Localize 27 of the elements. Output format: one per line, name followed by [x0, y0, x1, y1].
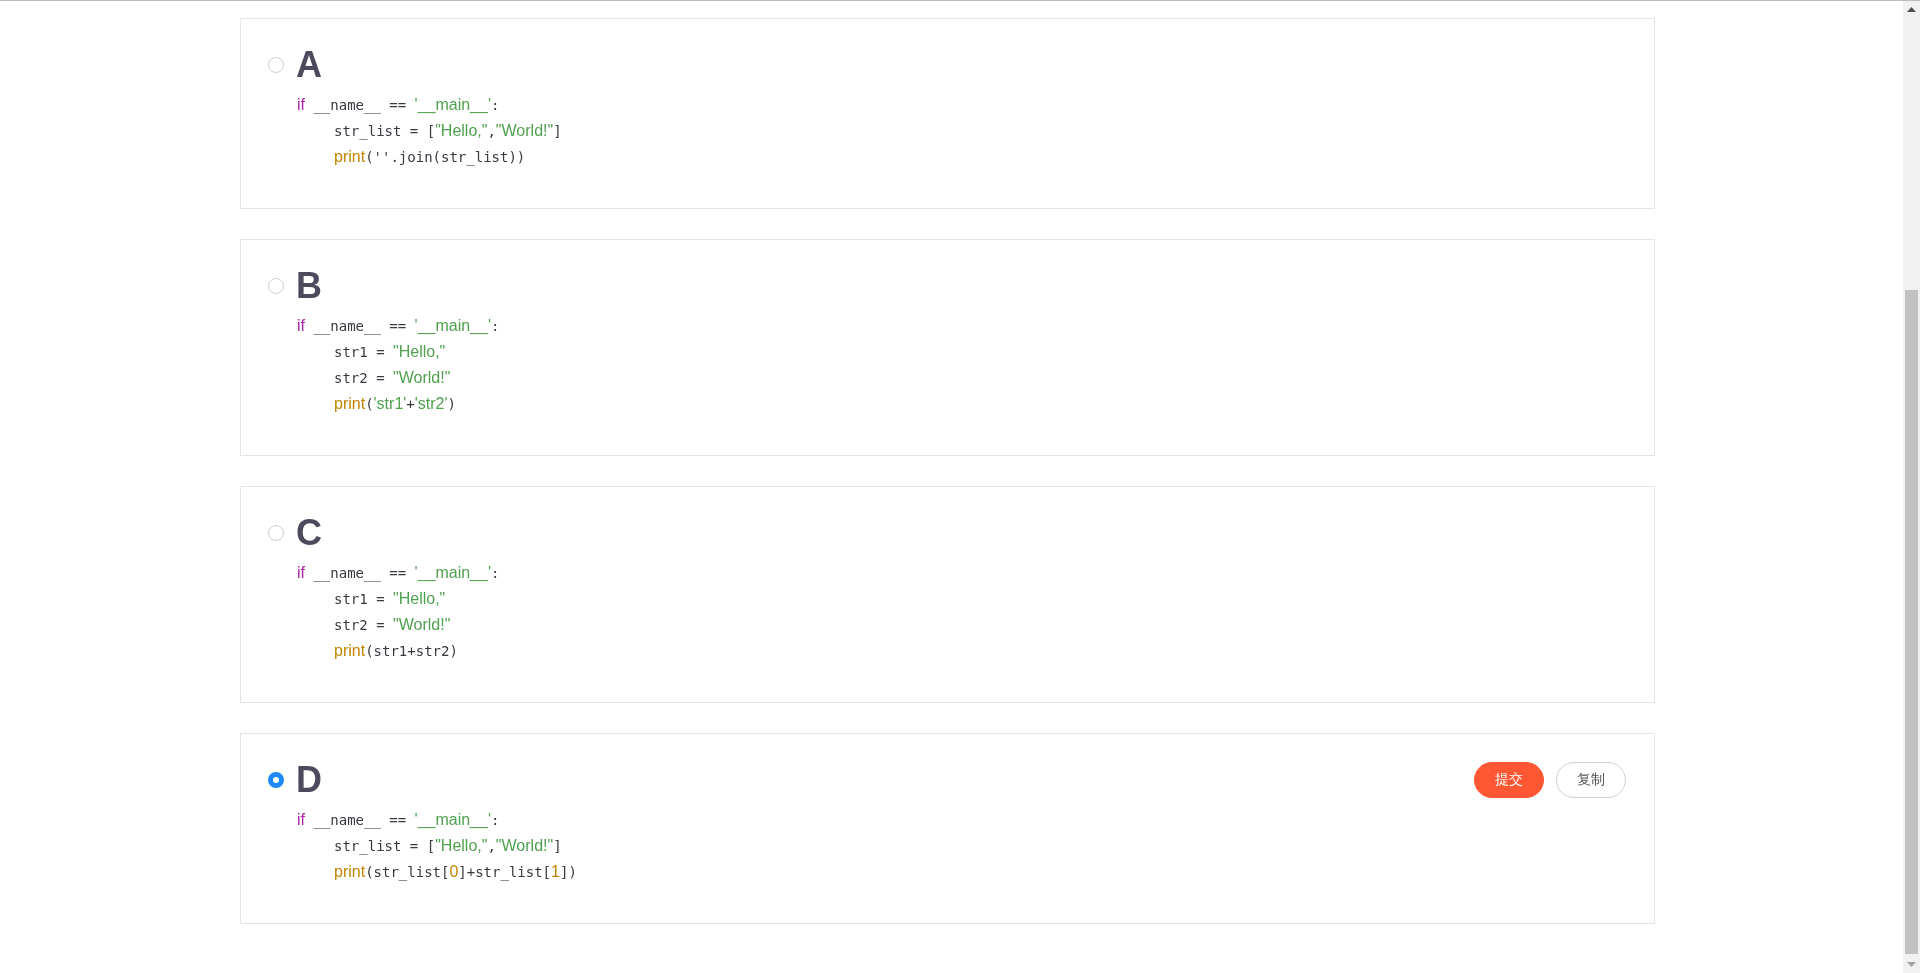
code-line: str2 = "World!"	[333, 368, 452, 388]
code-line: if __name__ == '__main__':	[297, 810, 501, 831]
option-letter: C	[296, 513, 322, 553]
radio-button[interactable]	[268, 57, 284, 73]
code-line: str_list = ["Hello,","World!"]	[333, 121, 563, 142]
code-line: if __name__ == '__main__':	[297, 95, 501, 116]
code-line: str2 = "World!"	[333, 615, 452, 635]
copy-button[interactable]: 复制	[1556, 762, 1626, 798]
code-line: print(str_list[0]+str_list[1])	[333, 862, 578, 883]
code-line: print(''.join(str_list))	[333, 147, 527, 168]
radio-button[interactable]	[268, 278, 284, 294]
down-arrow-icon[interactable]	[1907, 962, 1916, 967]
radio-button[interactable]	[268, 525, 284, 541]
radio-button[interactable]	[268, 772, 284, 788]
scrollbar[interactable]	[1903, 1, 1920, 973]
code-line: print('str1'+'str2')	[333, 394, 457, 414]
option-letter: D	[296, 760, 322, 800]
option-letter: A	[296, 45, 322, 85]
scrollbar-thumb[interactable]	[1905, 290, 1918, 954]
code-line: if __name__ == '__main__':	[297, 316, 501, 337]
up-arrow-icon[interactable]	[1907, 7, 1916, 12]
code-line: str1 = "Hello,"	[333, 342, 447, 362]
code-line: print(str1+str2)	[333, 641, 459, 661]
code-line: str1 = "Hello,"	[333, 589, 447, 609]
option-letter: B	[296, 266, 322, 306]
code-line: str_list = ["Hello,","World!"]	[333, 836, 563, 857]
code-line: if __name__ == '__main__':	[297, 563, 501, 584]
